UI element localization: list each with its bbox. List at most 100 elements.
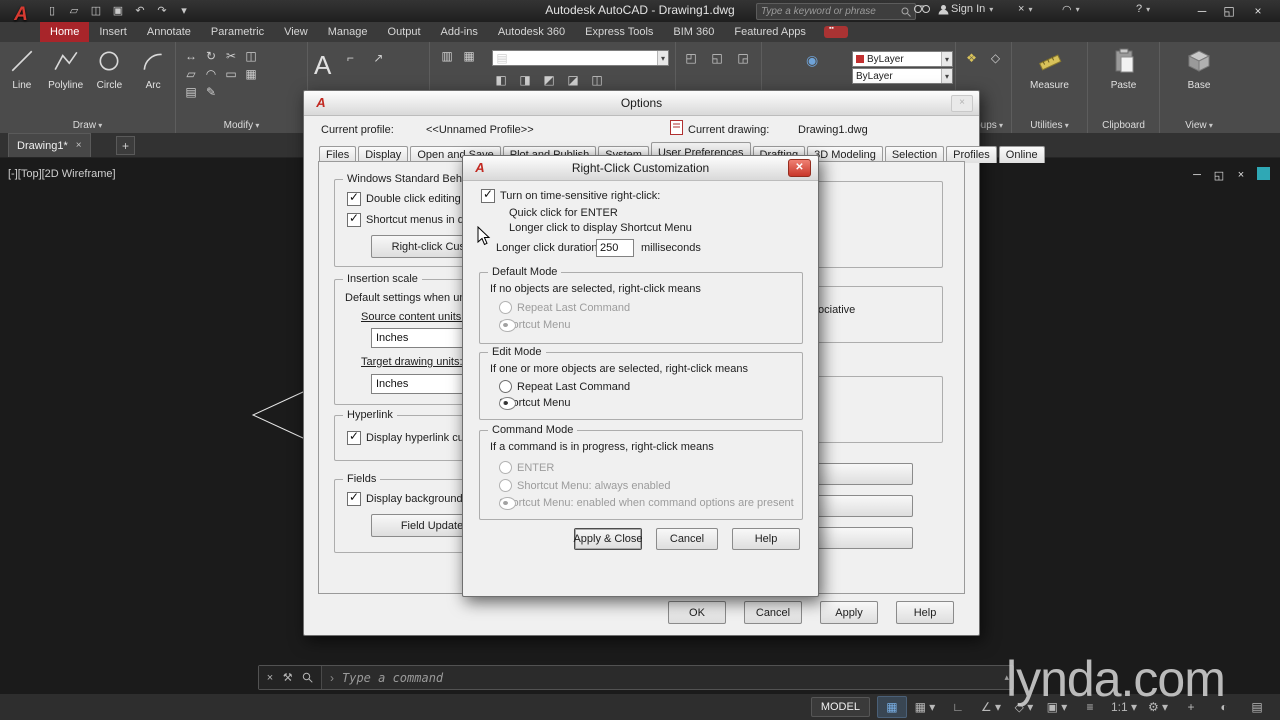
customize-wrench-icon[interactable]: ⚒: [283, 671, 293, 684]
panel-label-clipboard[interactable]: Clipboard: [1088, 120, 1159, 131]
close-button[interactable]: ×: [1246, 0, 1270, 21]
drawing-close-button[interactable]: ×: [1232, 169, 1250, 182]
grid-icon[interactable]: ▦: [876, 696, 907, 718]
create-block-icon[interactable]: ◱: [708, 50, 726, 66]
signin-menu[interactable]: Sign In: [938, 3, 993, 15]
copy-icon[interactable]: ◫: [242, 48, 260, 64]
ribbon-tab[interactable]: Express Tools: [575, 22, 663, 42]
snap-icon[interactable]: ▦ ▾: [910, 696, 940, 718]
mirror-icon[interactable]: ▱: [182, 66, 200, 82]
navbar-icon[interactable]: [1257, 167, 1270, 180]
line-tool[interactable]: Line: [1, 48, 43, 91]
fillet-icon[interactable]: ◠: [202, 66, 220, 82]
ribbon-tab[interactable]: Insert: [89, 22, 137, 42]
layer-off-icon[interactable]: ▦: [460, 48, 478, 64]
circle-tool[interactable]: Circle: [88, 48, 130, 91]
layer-tool-icon[interactable]: ◩: [540, 72, 558, 88]
rcc-dialog-titlebar[interactable]: A Right-Click Customization ✕: [463, 156, 818, 181]
autodesk360-icon[interactable]: ◠: [1062, 3, 1080, 16]
ribbon-tab[interactable]: BIM 360: [663, 22, 724, 42]
ribbon-tab[interactable]: Autodesk 360: [488, 22, 575, 42]
drawing-minimize-button[interactable]: ─: [1188, 169, 1206, 182]
object-color-dropdown[interactable]: ByLayer: [852, 51, 953, 67]
ungroup-icon[interactable]: ◇: [987, 50, 1005, 66]
layer-tool-icon[interactable]: ◨: [516, 72, 534, 88]
restore-button[interactable]: ◱: [1217, 0, 1241, 21]
command-enter-radio[interactable]: ENTER: [499, 461, 554, 474]
command-options-present-radio[interactable]: Shortcut Menu: enabled when command opti…: [499, 496, 794, 510]
default-repeat-last-radio[interactable]: Repeat Last Command: [499, 301, 630, 314]
duration-input[interactable]: 250: [596, 239, 634, 257]
help-icon[interactable]: ?: [1136, 3, 1150, 15]
drawing-file-tab[interactable]: Drawing1* ×: [8, 133, 91, 157]
layer-properties-icon[interactable]: ▥: [438, 48, 456, 64]
double-click-editing-checkbox[interactable]: Double click editing: [347, 190, 461, 206]
ribbon-tab[interactable]: Parametric: [201, 22, 274, 42]
options-dialog-titlebar[interactable]: A Options ×: [304, 91, 979, 116]
command-line[interactable]: × ⚒ › Type a command ▴: [258, 665, 1014, 690]
default-shortcut-menu-radio[interactable]: Shortcut Menu: [499, 318, 571, 332]
layer-dropdown[interactable]: ▤: [492, 50, 669, 66]
text-tool-icon[interactable]: A: [314, 50, 331, 81]
search-input[interactable]: Type a keyword or phrase: [756, 3, 916, 20]
insert-block-icon[interactable]: ◰: [682, 50, 700, 66]
dimension-icon[interactable]: ⌐: [341, 50, 359, 66]
match-properties-icon[interactable]: ◉: [806, 52, 818, 69]
move-icon[interactable]: ↔: [182, 48, 200, 64]
viewport-controls[interactable]: [-][Top][2D Wireframe]: [8, 168, 116, 180]
ribbon-tab[interactable]: View: [274, 22, 318, 42]
polar-tracking-icon[interactable]: ∠ ▾: [976, 696, 1006, 718]
edit-repeat-last-radio[interactable]: Repeat Last Command: [499, 380, 630, 393]
time-sensitive-checkbox[interactable]: Turn on time-sensitive right-click:: [481, 187, 660, 203]
close-tab-icon[interactable]: ×: [76, 140, 82, 151]
ribbon-tab[interactable]: Home: [40, 22, 90, 42]
ribbon-tab[interactable]: Output: [378, 22, 431, 42]
ortho-icon[interactable]: ∟: [943, 696, 973, 718]
rcc-cancel-button[interactable]: Cancel: [656, 528, 718, 550]
arc-tool[interactable]: Arc: [132, 48, 174, 91]
ok-button[interactable]: OK: [668, 601, 726, 624]
options-tab[interactable]: Online: [998, 146, 1045, 163]
layer-tool-icon[interactable]: ◧: [492, 72, 510, 88]
exchange-search-icon[interactable]: [914, 3, 930, 14]
panel-label-draw[interactable]: Draw: [0, 120, 175, 131]
apply-button[interactable]: Apply: [820, 601, 878, 624]
panel-label-modify[interactable]: Modify: [176, 120, 307, 131]
panel-label-view[interactable]: View: [1160, 120, 1238, 131]
rotate-icon[interactable]: ↻: [202, 48, 220, 64]
drawing-restore-button[interactable]: ◱: [1210, 169, 1228, 182]
stretch-icon[interactable]: ▭: [222, 66, 240, 82]
apply-close-button[interactable]: Apply & Close: [573, 528, 643, 550]
ribbon-tab[interactable]: Add-ins: [431, 22, 488, 42]
trim-icon[interactable]: ✂: [222, 48, 240, 64]
base-label[interactable]: Base: [1188, 80, 1211, 91]
help-button[interactable]: Help: [896, 601, 954, 624]
ribbon-tab[interactable]: Annotate: [137, 22, 201, 42]
paste-label[interactable]: Paste: [1111, 80, 1137, 91]
measure-icon[interactable]: [1037, 48, 1063, 74]
leader-icon[interactable]: ↗: [369, 50, 387, 66]
command-search-icon[interactable]: [302, 672, 313, 683]
customization-icon[interactable]: ▤: [1242, 696, 1272, 718]
exchange-apps-icon[interactable]: ×: [1018, 3, 1032, 15]
erase-icon[interactable]: ✎: [202, 84, 220, 100]
panel-label-utilities[interactable]: Utilities: [1012, 120, 1087, 131]
scale-icon[interactable]: ▦: [242, 66, 260, 82]
minimize-button[interactable]: ─: [1190, 0, 1214, 21]
lineweight-dropdown[interactable]: ByLayer: [852, 68, 953, 84]
cancel-button[interactable]: Cancel: [744, 601, 802, 624]
edit-block-icon[interactable]: ◲: [734, 50, 752, 66]
infocenter-badge-icon[interactable]: [823, 25, 848, 38]
ribbon-tab[interactable]: Manage: [318, 22, 378, 42]
model-space-button[interactable]: MODEL: [810, 697, 870, 717]
layer-tool-icon[interactable]: ◪: [564, 72, 582, 88]
paste-icon[interactable]: [1112, 48, 1136, 74]
command-close-icon[interactable]: ×: [267, 672, 273, 684]
new-drawing-tab-button[interactable]: +: [116, 136, 135, 155]
rcc-help-button[interactable]: Help: [732, 528, 800, 550]
layer-tool-icon[interactable]: ◫: [588, 72, 606, 88]
group-icon[interactable]: ❖: [963, 50, 981, 66]
rcc-close-button[interactable]: ✕: [788, 159, 811, 177]
command-always-enabled-radio[interactable]: Shortcut Menu: always enabled: [499, 479, 670, 492]
ribbon-tab[interactable]: Featured Apps: [724, 22, 816, 42]
